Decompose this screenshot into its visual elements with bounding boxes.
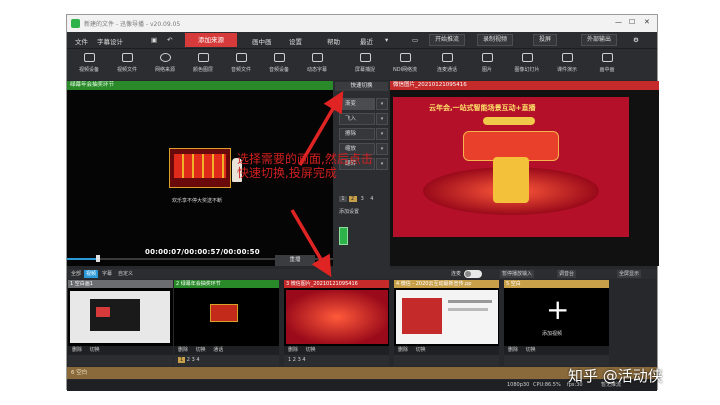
watermark: 知乎 @活动侠 (568, 367, 663, 385)
arrow-to-scene-card (290, 209, 332, 278)
annotation-text: 选择需要的画面,然后点击快速切换,投屏完成 (237, 152, 373, 180)
annotation-arrows (290, 90, 344, 278)
